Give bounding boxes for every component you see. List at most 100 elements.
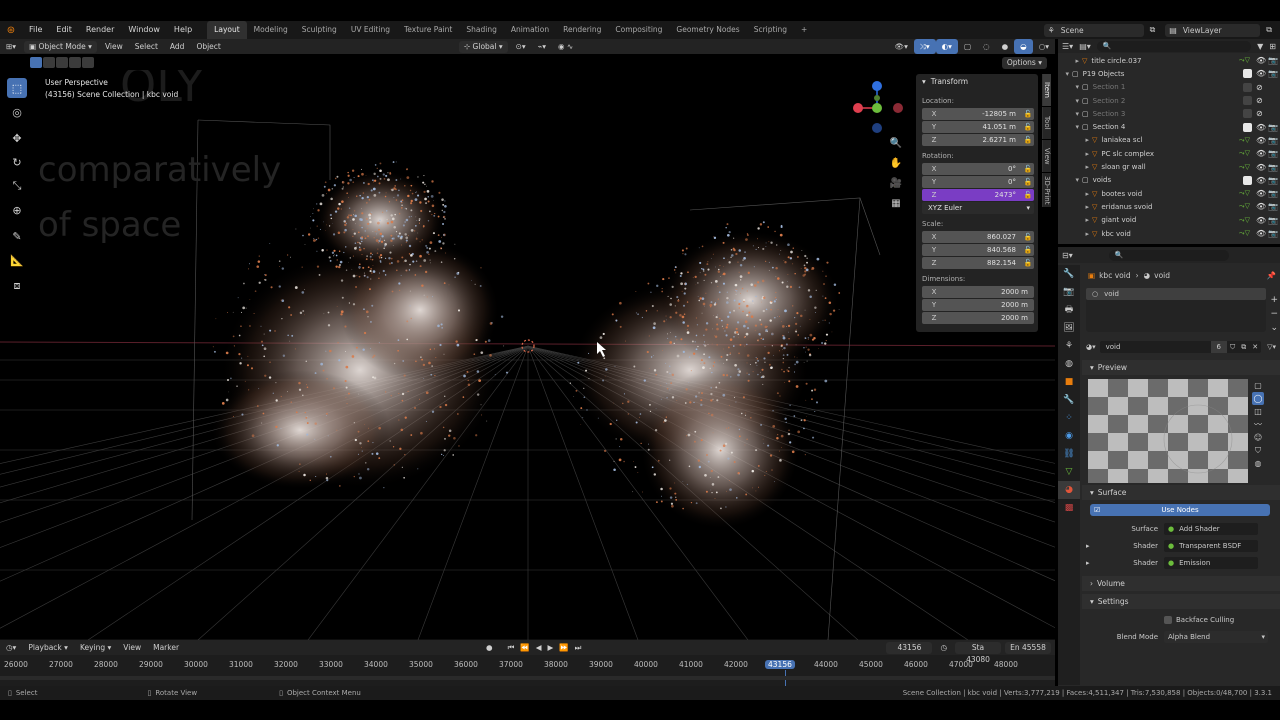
overlay-toggle-icon[interactable]: ◐▾	[935, 39, 958, 54]
zoom-icon[interactable]: 🔍	[888, 134, 904, 154]
timeline-scrollbar[interactable]	[0, 676, 1055, 680]
rotation-mode-dropdown[interactable]: XYZ Euler ▾	[922, 202, 1034, 214]
preview-hair-icon[interactable]: 〰	[1252, 418, 1264, 431]
preview-cube-icon[interactable]: ◫	[1252, 405, 1264, 418]
material-name-field[interactable]: void 6 ⛉ ⧉ ✕	[1099, 341, 1262, 353]
render-tab-icon[interactable]: 📷	[1058, 283, 1080, 301]
new-collection-icon[interactable]: ⊞	[1269, 42, 1276, 51]
editor-type-icon[interactable]: ⊞▾	[0, 39, 22, 54]
tab-tool[interactable]: Tool	[1042, 107, 1051, 139]
eye-icon[interactable]: 👁	[1256, 176, 1268, 185]
filter-icon[interactable]: ▼	[1257, 42, 1263, 51]
copy-view-layer-icon[interactable]: ⧉	[1266, 25, 1272, 35]
snap-icon[interactable]: ⌁▾	[532, 39, 552, 54]
eye-icon[interactable]: ⊘	[1256, 96, 1268, 105]
expand-arrow-icon[interactable]: ▾	[1058, 70, 1072, 78]
scene-selector[interactable]: ⚘ Scene	[1043, 23, 1144, 37]
eye-icon[interactable]: 👁	[1256, 69, 1268, 78]
visibility-icon[interactable]: 👁▾	[889, 39, 914, 54]
menu-help[interactable]: Help	[167, 21, 199, 39]
world-tab-icon[interactable]: ◍	[1058, 355, 1080, 373]
view-menu[interactable]: View	[99, 39, 129, 54]
rotation-x-field[interactable]: X 0° 🔓	[922, 163, 1034, 175]
dimensions-y-field[interactable]: Y 2000 m	[922, 299, 1034, 311]
annotate-tool-icon[interactable]: ✎	[7, 226, 27, 246]
particles-tab-icon[interactable]: ⁘	[1058, 409, 1080, 427]
camera-icon[interactable]: 📷	[1268, 136, 1280, 145]
proportional-edit-icon[interactable]: ◉ ∿	[552, 39, 579, 54]
add-menu[interactable]: Add	[164, 39, 191, 54]
menu-edit[interactable]: Edit	[49, 21, 79, 39]
menu-file[interactable]: File	[22, 21, 49, 39]
camera-icon[interactable]: 📷	[1268, 189, 1280, 198]
workspace-tab-shading[interactable]: Shading	[459, 21, 503, 39]
xray-icon[interactable]: ▢	[958, 39, 977, 54]
properties-search-input[interactable]: 🔍	[1108, 249, 1229, 261]
outliner-row[interactable]: ▾ ▢ Section 3 ⊘	[1058, 107, 1280, 120]
lock-icon[interactable]: 🔓	[1022, 246, 1034, 254]
surface-panel-header[interactable]: ▾ Surface	[1082, 485, 1280, 500]
workspace-tab-compositing[interactable]: Compositing	[608, 21, 669, 39]
preview-flat-icon[interactable]: ▢	[1252, 379, 1264, 392]
camera-icon[interactable]: 📷	[1268, 56, 1280, 65]
eye-icon[interactable]: 👁	[1256, 189, 1268, 198]
lock-icon[interactable]: 🔓	[1022, 165, 1034, 173]
tab-item[interactable]: Item	[1042, 74, 1051, 106]
scale-x-field[interactable]: X 860.027 🔓	[922, 231, 1034, 243]
eye-icon[interactable]: 👁	[1256, 149, 1268, 158]
lock-icon[interactable]: 🔓	[1022, 110, 1034, 118]
data-tab-icon[interactable]: ▽	[1058, 463, 1080, 481]
camera-icon[interactable]: 📷	[1268, 149, 1280, 158]
eye-icon[interactable]: 👁	[1256, 216, 1268, 225]
expand-arrow-icon[interactable]: ▾	[1058, 176, 1082, 184]
workspace-tab-geometry-nodes[interactable]: Geometry Nodes	[669, 21, 746, 39]
gizmo-toggle-icon[interactable]: ⤨▾	[913, 39, 936, 54]
select-new-icon[interactable]	[30, 57, 42, 68]
editor-type-icon[interactable]: ⊟▾	[1062, 251, 1073, 260]
shading-solid-icon[interactable]: ●	[996, 39, 1015, 54]
physics-tab-icon[interactable]: ◉	[1058, 427, 1080, 445]
expand-arrow-icon[interactable]: ▸	[1082, 542, 1094, 550]
add-cube-tool-icon[interactable]: ⧈	[7, 276, 27, 296]
preview-monkey-icon[interactable]: ☺	[1252, 431, 1264, 444]
tab-3d-print[interactable]: 3D-Print	[1042, 173, 1051, 207]
select-menu[interactable]: Select	[129, 39, 164, 54]
texture-tab-icon[interactable]: ▩	[1058, 499, 1080, 517]
eye-icon[interactable]: ⊘	[1256, 109, 1268, 118]
outliner-row[interactable]: ▸ ▽ giant void ⤳▽ 👁 📷	[1058, 214, 1280, 227]
modifier-tab-icon[interactable]: 🔧	[1058, 391, 1080, 409]
workspace-tab-animation[interactable]: Animation	[504, 21, 556, 39]
material-browse-icon[interactable]: ◕▾	[1086, 343, 1096, 351]
navigation-gizmo[interactable]	[848, 76, 908, 136]
outliner-search-input[interactable]: 🔍	[1096, 40, 1252, 52]
scale-y-field[interactable]: Y 840.568 🔓	[922, 244, 1034, 256]
orientation-dropdown[interactable]: ⊹ Global ▾	[458, 40, 508, 53]
camera-icon[interactable]: 📷	[1268, 163, 1280, 172]
eye-icon[interactable]: 👁	[1256, 202, 1268, 211]
surface-shader-field[interactable]: ● Add Shader	[1164, 523, 1258, 535]
exclude-checkbox[interactable]	[1243, 82, 1252, 92]
exclude-checkbox[interactable]	[1243, 96, 1252, 106]
constraints-tab-icon[interactable]: ⛓	[1058, 445, 1080, 463]
display-mode-icon[interactable]: ▤▾	[1079, 42, 1091, 51]
outliner-row[interactable]: ▾ ▢ P19 Objects 👁 📷	[1058, 67, 1280, 80]
shader-1-field[interactable]: ● Transparent BSDF	[1164, 540, 1258, 552]
expand-arrow-icon[interactable]: ▸	[1082, 559, 1094, 567]
expand-arrow-icon[interactable]: ▾	[1058, 123, 1082, 131]
menu-render[interactable]: Render	[79, 21, 121, 39]
rotate-tool-icon[interactable]: ↻	[7, 152, 27, 172]
material-tab-icon[interactable]: ◕	[1058, 481, 1080, 499]
copy-scene-icon[interactable]: ⧉	[1150, 25, 1156, 35]
expand-arrow-icon[interactable]: ▸	[1058, 190, 1092, 198]
measure-tool-icon[interactable]: 📐	[7, 250, 27, 270]
select-invert-icon[interactable]	[69, 57, 81, 68]
expand-arrow-icon[interactable]: ▸	[1058, 136, 1092, 144]
editor-type-icon[interactable]: ☰▾	[1062, 42, 1073, 51]
view-layer-selector[interactable]: ▤ ViewLayer	[1165, 23, 1261, 37]
camera-icon[interactable]: 📷	[1268, 229, 1280, 238]
select-intersect-icon[interactable]	[82, 57, 94, 68]
grid-ortho-icon[interactable]: ▦	[888, 194, 904, 214]
outliner-row[interactable]: ▸ ▽ title circle.037 ⤳▽ 👁 📷	[1058, 54, 1280, 67]
move-tool-icon[interactable]: ✥	[7, 128, 27, 148]
eye-icon[interactable]: ⊘	[1256, 83, 1268, 92]
